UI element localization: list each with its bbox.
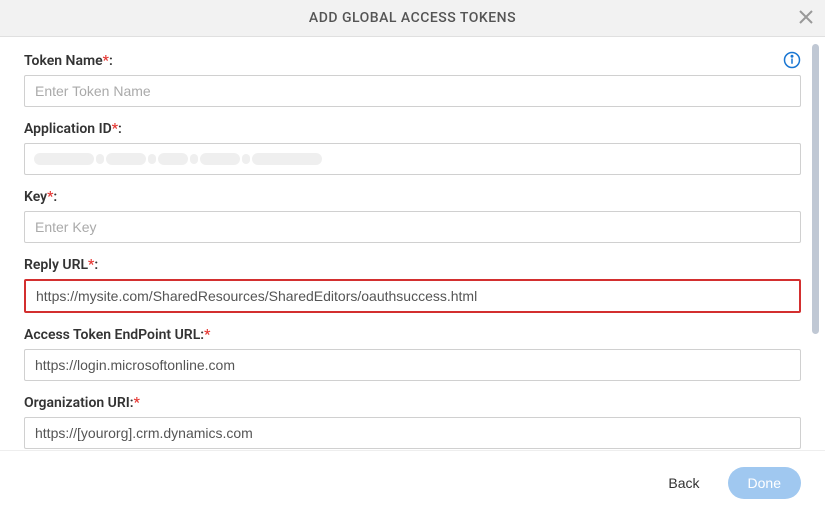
access-token-endpoint-input[interactable] <box>24 349 801 381</box>
access-token-endpoint-label: Access Token EndPoint URL:* <box>24 327 801 343</box>
token-name-input[interactable] <box>24 75 801 107</box>
key-input[interactable] <box>24 211 801 243</box>
key-label: Key*: <box>24 189 801 205</box>
redacted-content <box>34 153 322 165</box>
back-button[interactable]: Back <box>656 467 711 499</box>
required-marker: * <box>47 189 53 205</box>
scrollbar-thumb[interactable] <box>812 44 819 334</box>
organization-uri-label: Organization URI:* <box>24 395 801 411</box>
done-button[interactable]: Done <box>728 467 801 499</box>
required-marker: * <box>112 121 118 137</box>
form-row-reply-url: Reply URL*: <box>24 257 801 313</box>
application-id-input-wrapper <box>24 143 801 175</box>
info-icon[interactable] <box>783 51 801 73</box>
required-marker: * <box>103 53 109 69</box>
form-row-application-id: Application ID*: <box>24 121 801 175</box>
modal-header: ADD GLOBAL ACCESS TOKENS <box>0 0 825 37</box>
application-id-label: Application ID*: <box>24 121 801 137</box>
required-marker: * <box>134 395 140 411</box>
form-row-token-name: Token Name*: <box>24 53 801 107</box>
modal-footer: Back Done <box>0 450 825 519</box>
form-row-organization-uri: Organization URI:* <box>24 395 801 449</box>
reply-url-input[interactable] <box>24 279 801 313</box>
reply-url-label: Reply URL*: <box>24 257 801 273</box>
form-row-key: Key*: <box>24 189 801 243</box>
required-marker: * <box>204 327 210 343</box>
organization-uri-input[interactable] <box>24 417 801 449</box>
modal-title: ADD GLOBAL ACCESS TOKENS <box>309 10 516 26</box>
required-marker: * <box>88 257 94 273</box>
token-name-label: Token Name*: <box>24 53 801 69</box>
close-icon[interactable] <box>799 8 813 29</box>
modal-container: ADD GLOBAL ACCESS TOKENS Token Name*: Ap… <box>0 0 825 519</box>
form-row-access-token-endpoint: Access Token EndPoint URL:* <box>24 327 801 381</box>
modal-body: Token Name*: Application ID*: <box>0 37 825 450</box>
